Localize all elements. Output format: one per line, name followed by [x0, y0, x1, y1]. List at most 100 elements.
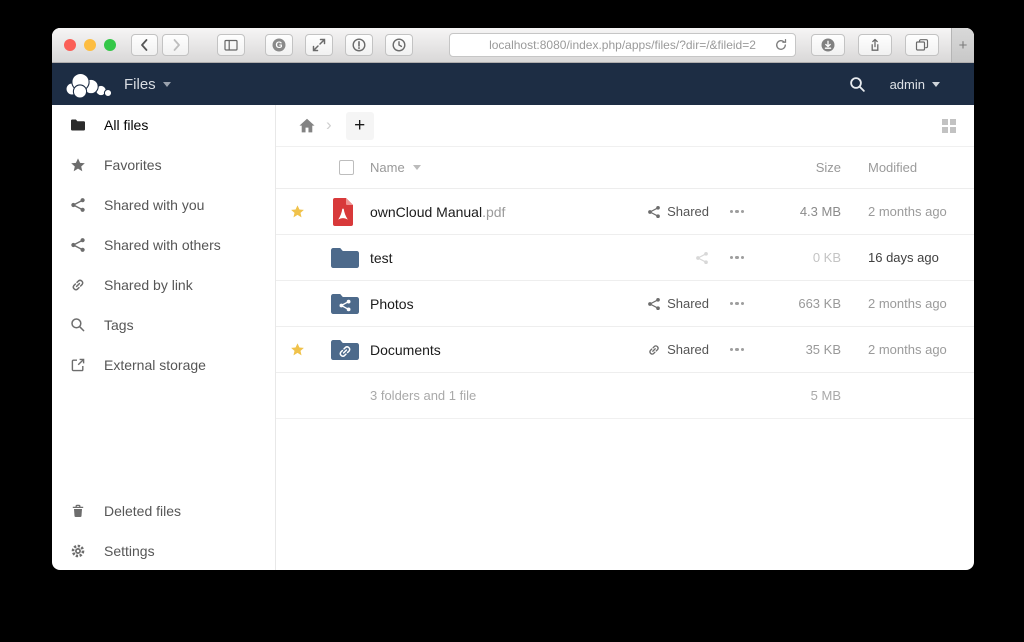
file-basename: ownCloud Manual — [370, 204, 482, 220]
share-icon — [70, 237, 86, 253]
share-action[interactable] — [579, 251, 709, 265]
shared-label: Shared — [667, 296, 709, 311]
favorite-star-icon[interactable] — [290, 342, 305, 357]
file-basename: Photos — [370, 296, 414, 312]
address-bar[interactable]: localhost:8080/index.php/apps/files/?dir… — [449, 33, 796, 57]
reload-button[interactable] — [773, 37, 789, 53]
sidebar-item-shared-with-you[interactable]: Shared with you — [52, 185, 275, 225]
more-actions-button[interactable] — [709, 256, 765, 259]
file-name[interactable]: test — [370, 250, 579, 266]
app-label: Files — [124, 76, 156, 93]
sidebar-item-deleted-files[interactable]: Deleted files — [52, 491, 275, 531]
zoom-window-button[interactable] — [104, 39, 116, 51]
sidebar-item-label: Shared with others — [104, 237, 221, 253]
url-path: /index.php/apps/files/?dir=/&fileid=2 — [566, 38, 755, 52]
share-button[interactable] — [858, 34, 892, 56]
share-icon — [70, 197, 86, 213]
svg-text:G: G — [275, 40, 282, 50]
gear-icon — [70, 543, 86, 559]
file-name[interactable]: Documents — [370, 342, 579, 358]
downloads-button[interactable] — [811, 34, 845, 56]
sidebar-item-label: All files — [104, 117, 148, 133]
new-file-button[interactable]: + — [346, 112, 374, 140]
link-icon — [647, 343, 661, 357]
chevron-down-icon — [932, 82, 940, 87]
select-all-checkbox[interactable] — [339, 160, 354, 175]
tabs-overview-icon — [914, 37, 930, 53]
file-size: 4.3 MB — [765, 204, 841, 219]
sidebar-item-settings[interactable]: Settings — [52, 531, 275, 570]
forward-button[interactable] — [162, 34, 189, 56]
info-circle-icon — [351, 37, 367, 53]
extension-g-icon: G — [271, 37, 287, 53]
shared-label: Shared — [667, 342, 709, 357]
app-switcher[interactable]: Files — [124, 76, 171, 93]
reload-icon — [773, 37, 789, 53]
column-size-label[interactable]: Size — [765, 160, 841, 175]
new-tab-button[interactable]: + — [951, 28, 974, 62]
file-row-photos[interactable]: Photos Shared 663 KB 2 months ago — [276, 281, 974, 327]
folder-icon — [70, 117, 86, 133]
more-actions-button[interactable] — [709, 210, 765, 213]
favorite-star-icon[interactable] — [290, 204, 305, 219]
chevron-down-icon — [163, 82, 171, 87]
sidebar-item-label: Tags — [104, 317, 134, 333]
shared-indicator[interactable]: Shared — [579, 204, 709, 219]
file-list-summary: 3 folders and 1 file 5 MB — [276, 373, 974, 419]
file-name[interactable]: Photos — [370, 296, 579, 312]
home-icon[interactable] — [298, 117, 316, 135]
sidebar-toggle-button[interactable] — [217, 34, 245, 56]
file-modified: 2 months ago — [841, 204, 974, 219]
file-row-owncloud-manual[interactable]: ownCloud Manual.pdf Shared 4.3 MB 2 mont… — [276, 189, 974, 235]
tag-magnifier-icon — [70, 317, 86, 333]
sidebar-item-external-storage[interactable]: External storage — [52, 345, 275, 385]
file-name[interactable]: ownCloud Manual.pdf — [370, 204, 579, 220]
sidebar-item-shared-with-others[interactable]: Shared with others — [52, 225, 275, 265]
link-folder-icon — [330, 338, 360, 362]
shared-indicator[interactable]: Shared — [579, 296, 709, 311]
sidebar-item-label: Shared by link — [104, 277, 193, 293]
grid-view-toggle[interactable] — [942, 119, 956, 133]
sidebar-item-tags[interactable]: Tags — [52, 305, 275, 345]
info-extension-button[interactable] — [345, 34, 373, 56]
expand-arrows-icon — [311, 37, 327, 53]
share-sheet-icon — [867, 37, 883, 53]
plus-icon: + — [354, 115, 365, 137]
forward-chevron-icon — [168, 37, 184, 53]
app-sidebar: All files Favorites Shared with you Shar… — [52, 105, 276, 570]
more-actions-button[interactable] — [709, 348, 765, 351]
tabs-overview-button[interactable] — [905, 34, 939, 56]
browser-toolbar: G localhost:8080/index.php/apps/files/?d… — [52, 28, 974, 63]
search-icon[interactable] — [849, 76, 866, 93]
external-storage-icon — [70, 357, 86, 373]
column-modified-label[interactable]: Modified — [841, 160, 974, 175]
shared-indicator[interactable]: Shared — [579, 342, 709, 357]
sidebar-item-label: Shared with you — [104, 197, 204, 213]
extension-g-button[interactable]: G — [265, 34, 293, 56]
history-button[interactable] — [385, 34, 413, 56]
sidebar-item-favorites[interactable]: Favorites — [52, 145, 275, 185]
expand-button[interactable] — [305, 34, 333, 56]
sidebar-item-label: Settings — [104, 543, 155, 559]
file-list-header: Name Size Modified — [276, 147, 974, 189]
close-window-button[interactable] — [64, 39, 76, 51]
file-row-test[interactable]: test 0 KB 16 days ago — [276, 235, 974, 281]
breadcrumb-bar: › + — [276, 105, 974, 147]
sort-by-name-header[interactable]: Name — [370, 160, 709, 175]
more-actions-button[interactable] — [709, 302, 765, 305]
share-icon — [647, 205, 661, 219]
back-button[interactable] — [131, 34, 158, 56]
file-basename: Documents — [370, 342, 441, 358]
sidebar-toggle-icon — [223, 37, 239, 53]
user-menu[interactable]: admin — [890, 77, 940, 92]
shared-label: Shared — [667, 204, 709, 219]
file-size: 663 KB — [765, 296, 841, 311]
minimize-window-button[interactable] — [84, 39, 96, 51]
file-size: 0 KB — [765, 250, 841, 265]
file-row-documents[interactable]: Documents Shared 35 KB 2 months ago — [276, 327, 974, 373]
share-icon — [647, 297, 661, 311]
folder-icon — [330, 246, 360, 270]
sidebar-item-shared-by-link[interactable]: Shared by link — [52, 265, 275, 305]
owncloud-logo-icon — [64, 69, 112, 99]
sidebar-item-all-files[interactable]: All files — [52, 105, 275, 145]
